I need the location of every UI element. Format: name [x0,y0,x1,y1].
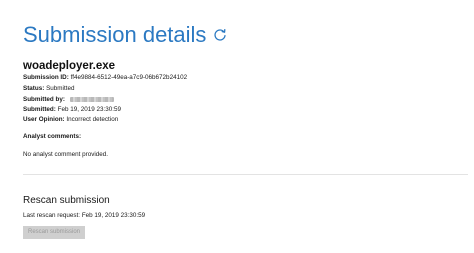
analyst-comment-text: No analyst comment provided. [23,151,109,158]
section-divider [23,174,468,175]
user-opinion-value: Incorrect detection [66,116,119,123]
submitted-line: Submitted: Feb 19, 2019 23:30:59 [23,106,121,113]
submitted-by-line: Submitted by: [23,96,114,103]
rescan-submission-button[interactable]: Rescan submission [23,226,85,239]
submission-id-value: ff4e9884-6512-49ea-a7c9-06b672b24102 [70,74,188,81]
refresh-icon[interactable] [213,28,227,42]
last-rescan-label: Last rescan request: [23,212,81,219]
submission-details-page: Submission details woadeployer.exe Submi… [0,0,474,253]
rescan-heading: Rescan submission [23,195,110,206]
last-rescan-value: Feb 19, 2019 23:30:59 [81,212,146,219]
submission-id-label: Submission ID: [23,74,69,81]
status-value: Submitted [46,85,75,92]
page-title: Submission details [23,22,207,47]
user-opinion-line: User Opinion: Incorrect detection [23,116,118,123]
analyst-comments-label: Analyst comments: [23,133,82,140]
status-line: Status: Submitted [23,85,74,92]
submitted-by-label: Submitted by: [23,96,65,103]
submitted-label: Submitted: [23,106,56,113]
redacted-submitter [69,96,114,102]
submitted-value: Feb 19, 2019 23:30:59 [57,106,122,113]
last-rescan-line: Last rescan request: Feb 19, 2019 23:30:… [23,212,145,219]
file-name: woadeployer.exe [23,60,116,72]
status-label: Status: [23,85,45,92]
user-opinion-label: User Opinion: [23,116,65,123]
submission-id-line: Submission ID: ff4e9884-6512-49ea-a7c9-0… [23,74,187,81]
title-row: Submission details [23,20,227,50]
